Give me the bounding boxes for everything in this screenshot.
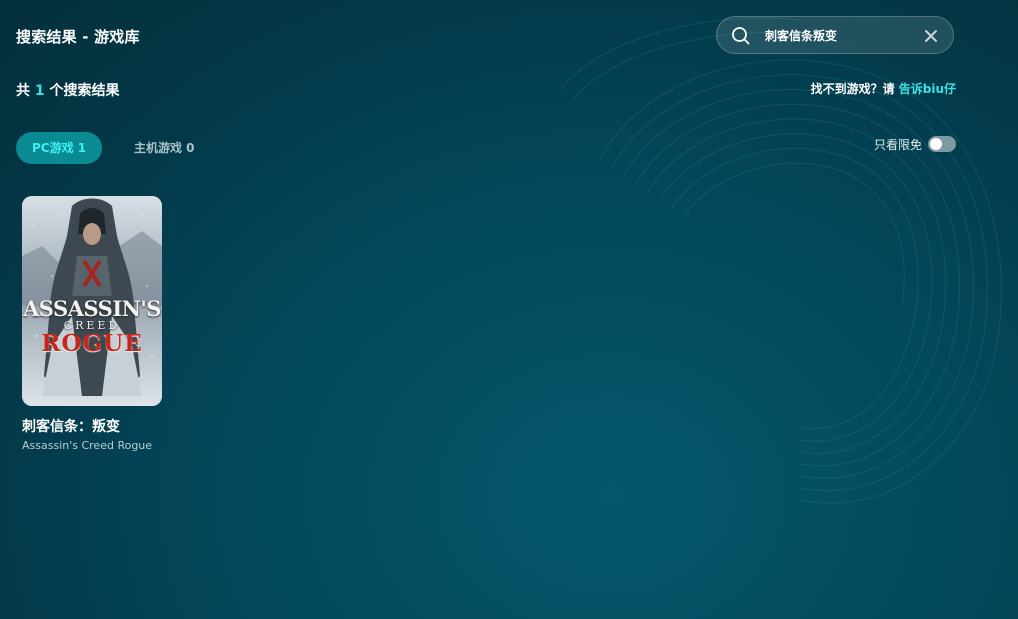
result-count-number: 1 (34, 83, 45, 99)
search-input[interactable] (765, 25, 915, 45)
toggle-knob (930, 138, 942, 150)
game-subname: Assassin's Creed Rogue (22, 439, 153, 452)
page-title: 搜索结果 - 游戏库 (16, 28, 140, 46)
feedback-link[interactable]: 告诉biu仔 (899, 82, 956, 96)
cover-title: ASSASSIN'S CREED ROGUE (22, 298, 162, 356)
clear-icon[interactable] (923, 28, 939, 44)
cover-title-line3: ROGUE (41, 330, 143, 357)
search-box[interactable] (716, 16, 954, 54)
feedback-text: 找不到游戏？请 (810, 82, 899, 96)
search-icon (732, 27, 750, 45)
free-only-filter: 只看限免 (874, 134, 956, 154)
cover-title-line1: ASSASSIN'S (23, 296, 161, 321)
free-only-toggle[interactable] (928, 136, 956, 152)
game-cover[interactable]: ASSASSIN'S CREED ROGUE (22, 196, 162, 406)
tab-console-games[interactable]: 主机游戏 0 (134, 132, 195, 164)
result-count: 共 1 个搜索结果 (16, 80, 120, 100)
game-name[interactable]: 刺客信条：叛变 (22, 416, 162, 436)
tab-pc-games[interactable]: PC游戏 1 (16, 132, 103, 164)
feedback-prompt: 找不到游戏？请 告诉biu仔 (811, 80, 956, 97)
free-only-label: 只看限免 (873, 137, 922, 152)
game-card[interactable]: ASSASSIN'S CREED ROGUE 刺客信条：叛变 Assassin'… (22, 196, 162, 452)
result-count-prefix: 共 (16, 83, 35, 99)
result-count-suffix: 个搜索结果 (44, 83, 120, 99)
